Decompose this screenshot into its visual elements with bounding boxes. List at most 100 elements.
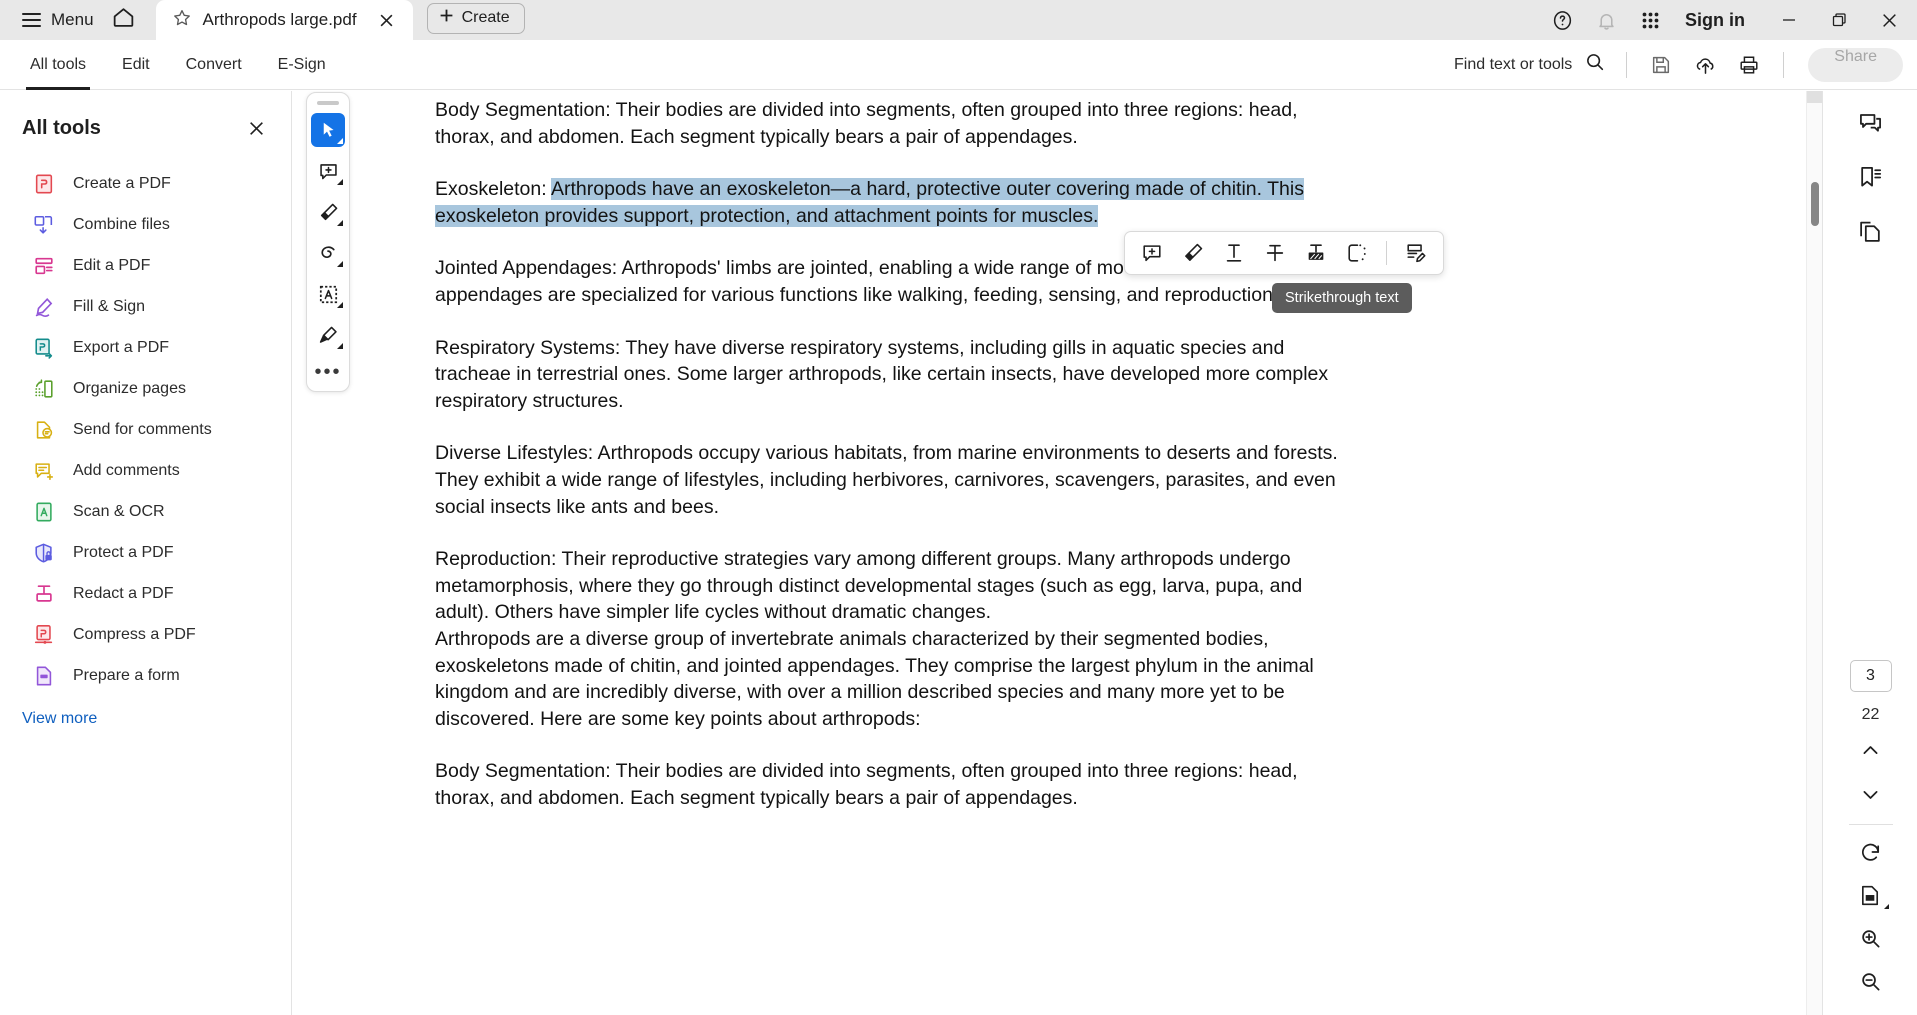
close-icon[interactable] — [243, 115, 269, 141]
minimize-icon[interactable] — [1765, 0, 1813, 40]
crop-selection-icon[interactable] — [1340, 236, 1374, 270]
tool-compress-a-pdf[interactable]: Compress a PDF — [0, 614, 291, 655]
annotation-toolbar: ••• — [306, 92, 350, 392]
tool-fill-and-sign[interactable]: Fill & Sign — [0, 286, 291, 327]
tool-add-comments[interactable]: Add comments — [0, 450, 291, 491]
underline-text-icon[interactable] — [1217, 236, 1251, 270]
chevron-down-icon — [1883, 904, 1889, 909]
paragraph-overview: Arthropods are a diverse group of invert… — [435, 627, 1314, 730]
page-thumbnails-icon[interactable] — [1848, 209, 1892, 253]
print-icon[interactable] — [1729, 45, 1769, 85]
sign-in-button[interactable]: Sign in — [1673, 10, 1763, 31]
strikethrough-text-icon[interactable] — [1258, 236, 1292, 270]
home-button[interactable] — [102, 0, 146, 40]
window-close-icon[interactable] — [1865, 0, 1913, 40]
rotate-icon[interactable] — [1849, 832, 1893, 872]
scan-ocr-icon — [32, 500, 56, 524]
tool-redact-a-pdf[interactable]: Redact a PDF — [0, 573, 291, 614]
tool-label: Combine files — [73, 215, 170, 233]
signature-tool[interactable] — [311, 318, 345, 352]
bell-icon[interactable] — [1585, 0, 1627, 40]
tool-label: Protect a PDF — [73, 543, 174, 561]
edit-text-icon[interactable] — [1399, 236, 1433, 270]
paragraph-respiratory-systems: Respiratory Systems: They have diverse r… — [435, 336, 1329, 412]
menu-button[interactable]: Menu — [14, 0, 102, 40]
text-box-tool[interactable] — [311, 277, 345, 311]
page-number-input[interactable]: 3 — [1849, 660, 1892, 692]
tab-edit[interactable]: Edit — [106, 40, 166, 90]
tool-protect-a-pdf[interactable]: Protect a PDF — [0, 532, 291, 573]
highlight-tool[interactable] — [311, 195, 345, 229]
title-bar-right: Sign in — [1541, 0, 1917, 40]
drag-grip[interactable] — [317, 101, 339, 105]
redact-text-icon[interactable] — [1299, 236, 1333, 270]
save-icon[interactable] — [1641, 45, 1681, 85]
highlight-text-icon[interactable] — [1176, 236, 1210, 270]
chevron-down-icon — [337, 261, 343, 267]
add-comment-icon[interactable] — [1135, 236, 1169, 270]
create-pdf-icon — [32, 172, 56, 196]
close-icon[interactable] — [374, 7, 400, 33]
paragraph-diverse-lifestyles: Diverse Lifestyles: Arthropods occupy va… — [435, 442, 1338, 518]
chevron-down-icon — [337, 343, 343, 349]
tool-create-a-pdf[interactable]: Create a PDF — [0, 163, 291, 204]
page-total-label: 22 — [1861, 706, 1880, 723]
comments-panel-icon[interactable] — [1848, 101, 1892, 145]
app-grid-icon[interactable] — [1629, 0, 1671, 40]
tool-send-for-comments[interactable]: Send for comments — [0, 409, 291, 450]
view-more-link[interactable]: View more — [0, 696, 291, 728]
previous-page-button[interactable] — [1851, 732, 1891, 768]
zoom-in-icon[interactable] — [1849, 918, 1893, 958]
paragraph-body-segmentation: Body Segmentation: Their bodies are divi… — [435, 99, 1298, 148]
title-bar-left: Menu Arthropods large.pdf Create — [0, 0, 525, 40]
help-circle-icon[interactable] — [1541, 0, 1583, 40]
bookmarks-panel-icon[interactable] — [1848, 155, 1892, 199]
command-bar-right: Find text or tools Share — [1448, 45, 1917, 85]
next-page-button[interactable] — [1851, 776, 1891, 812]
cloud-upload-icon[interactable] — [1685, 45, 1725, 85]
fit-page-icon[interactable] — [1849, 875, 1893, 915]
selected-text[interactable]: Arthropods have an exoskeleton—a hard, p… — [435, 178, 1304, 227]
document-tab-title: Arthropods large.pdf — [202, 10, 357, 29]
protect-pdf-icon — [32, 541, 56, 565]
document-tab[interactable]: Arthropods large.pdf — [155, 0, 413, 40]
pdf-page: Body Segmentation: Their bodies are divi… — [293, 91, 1822, 1015]
draw-tool[interactable] — [311, 236, 345, 270]
send-comments-icon — [32, 418, 56, 442]
tool-scan-and-ocr[interactable]: Scan & OCR — [0, 491, 291, 532]
add-comments-icon — [32, 459, 56, 483]
divider — [1848, 824, 1893, 825]
tool-label: Export a PDF — [73, 338, 170, 356]
paragraph-body-segmentation-2: Body Segmentation: Their bodies are divi… — [435, 760, 1298, 809]
share-button[interactable]: Share — [1808, 47, 1903, 82]
scrollbar-thumb[interactable] — [1811, 182, 1819, 226]
find-label: Find text or tools — [1454, 55, 1573, 73]
create-button[interactable]: Create — [426, 2, 525, 34]
add-comment-tool[interactable] — [311, 154, 345, 188]
tab-e-sign[interactable]: E-Sign — [262, 40, 342, 90]
page-controls: 3 22 — [1823, 660, 1917, 1001]
divider — [1626, 51, 1628, 78]
tool-edit-a-pdf[interactable]: Edit a PDF — [0, 245, 291, 286]
tool-list: Create a PDF Combine files Edit a PDF Fi… — [0, 159, 291, 696]
restore-icon[interactable] — [1815, 0, 1863, 40]
tool-combine-files[interactable]: Combine files — [0, 204, 291, 245]
vertical-scrollbar[interactable] — [1806, 91, 1822, 1015]
organize-pages-icon — [32, 377, 56, 401]
star-icon[interactable] — [172, 8, 192, 33]
tool-label: Edit a PDF — [73, 256, 151, 274]
tool-organize-pages[interactable]: Organize pages — [0, 368, 291, 409]
find-text-or-tools[interactable]: Find text or tools — [1448, 51, 1612, 78]
more-tools-button[interactable]: ••• — [314, 362, 341, 382]
tool-prepare-a-form[interactable]: Prepare a form — [0, 655, 291, 696]
chevron-down-icon — [337, 220, 343, 226]
tab-convert[interactable]: Convert — [170, 40, 258, 90]
tab-all-tools[interactable]: All tools — [14, 40, 102, 90]
zoom-out-icon[interactable] — [1849, 961, 1893, 1001]
select-tool[interactable] — [311, 113, 345, 147]
fill-sign-icon — [32, 295, 56, 319]
tool-label: Create a PDF — [73, 174, 171, 192]
tool-label: Prepare a form — [73, 666, 180, 684]
tool-export-a-pdf[interactable]: Export a PDF — [0, 327, 291, 368]
search-icon[interactable] — [1584, 51, 1606, 78]
